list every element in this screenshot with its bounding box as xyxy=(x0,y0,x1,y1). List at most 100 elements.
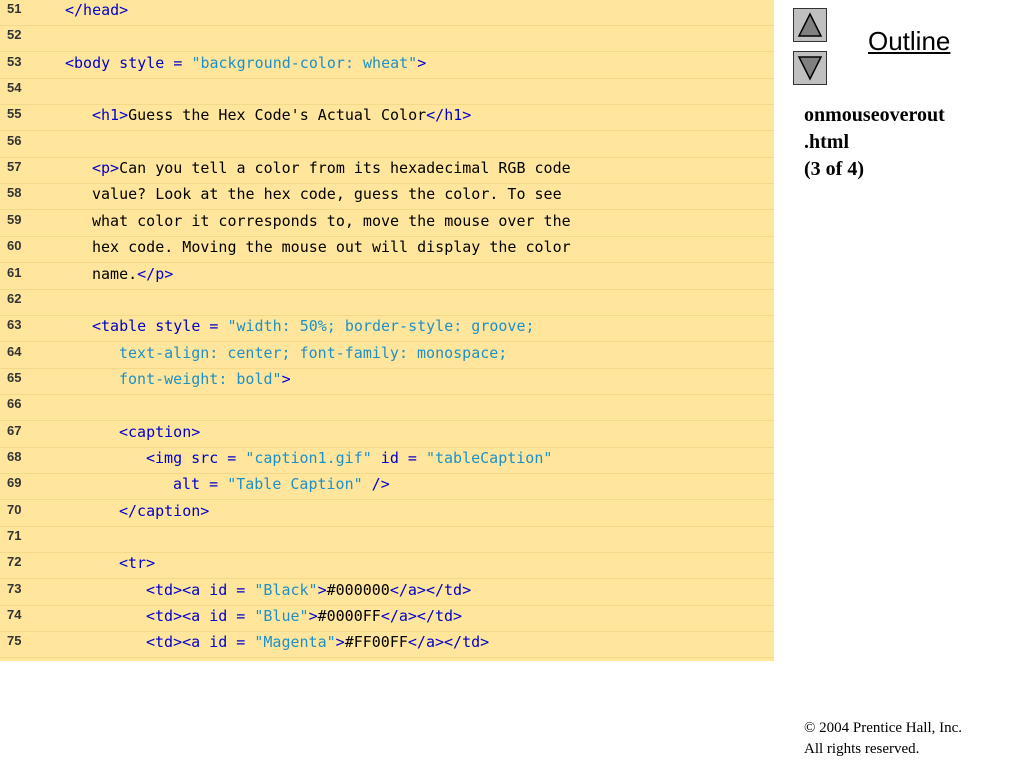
code-markup: <body style = xyxy=(65,53,192,72)
code-string: font-weight: bold" xyxy=(119,369,282,388)
code-markup: </p> xyxy=(137,264,174,283)
code-line: 55 <h1>Guess the Hex Code's Actual Color<… xyxy=(0,105,774,132)
line-number: 62 xyxy=(7,290,22,306)
code-string: "Black" xyxy=(254,580,318,599)
code-markup: > xyxy=(417,53,427,72)
code-line: 65 font-weight: bold"> xyxy=(0,369,774,395)
next-slide-button[interactable] xyxy=(793,51,827,85)
code-markup: </caption> xyxy=(119,501,210,520)
code-text: what color it corresponds to, move the m… xyxy=(92,211,571,231)
code-line: 73 <td><a id = "Black">#000000</a></td> xyxy=(0,580,774,606)
code-markup: </h1> xyxy=(426,106,472,125)
code-line: 66 xyxy=(0,395,774,422)
code-text: alt = "Table Caption" /> xyxy=(173,474,390,494)
code-line: 54 xyxy=(0,79,774,106)
code-content: value? Look at the hex code, guess the c… xyxy=(92,185,562,204)
code-line: 69 alt = "Table Caption" /> xyxy=(0,474,774,501)
copyright-notice: © 2004 Prentice Hall, Inc. All rights re… xyxy=(804,718,962,760)
code-string: "Blue" xyxy=(254,607,309,626)
line-number: 72 xyxy=(7,554,22,570)
code-markup: <table style = xyxy=(92,317,228,336)
code-string: "background-color: wheat" xyxy=(191,53,418,72)
line-number: 67 xyxy=(7,422,22,438)
outline-link[interactable]: Outline xyxy=(868,26,950,57)
line-number: 69 xyxy=(7,475,22,491)
line-number: 73 xyxy=(7,580,22,596)
line-number: 55 xyxy=(7,106,22,122)
code-line: 70 </caption> xyxy=(0,501,774,527)
code-markup: <tr> xyxy=(119,554,156,573)
code-markup: <img src = xyxy=(146,448,246,467)
code-string: "Table Caption" xyxy=(227,475,363,494)
code-string: "tableCaption" xyxy=(425,448,553,467)
code-line: 67 <caption> xyxy=(0,422,774,448)
code-line: 64 text-align: center; font-family: monos… xyxy=(0,343,774,369)
code-markup: > xyxy=(281,369,291,388)
code-string: "width: 50%; border-style: groove; xyxy=(227,317,535,336)
code-line: 60 hex code. Moving the mouse out will di… xyxy=(0,237,774,264)
code-line: 75 <td><a id = "Magenta">#FF00FF</a></td> xyxy=(0,632,774,659)
line-number: 75 xyxy=(7,633,22,649)
line-number: 58 xyxy=(7,185,22,201)
copyright-line: © 2004 Prentice Hall, Inc. xyxy=(804,718,962,739)
code-markup: <p> xyxy=(92,159,120,178)
line-number: 70 xyxy=(7,501,22,517)
code-content: Can you tell a color from its hexadecima… xyxy=(119,159,571,178)
previous-slide-button[interactable] xyxy=(793,8,827,42)
code-line: 58 value? Look at the hex code, guess the… xyxy=(0,184,774,211)
line-number: 64 xyxy=(7,343,22,359)
code-markup: <td><a id = xyxy=(146,633,255,652)
code-text: value? Look at the hex code, guess the c… xyxy=(92,184,562,204)
line-number: 59 xyxy=(7,211,22,227)
code-text: <h1>Guess the Hex Code's Actual Color</h… xyxy=(92,105,471,125)
code-markup: > xyxy=(308,607,318,626)
code-text: hex code. Moving the mouse out will disp… xyxy=(92,237,571,257)
line-number: 61 xyxy=(7,264,22,280)
code-line: 52 xyxy=(0,26,774,53)
line-number: 56 xyxy=(7,132,22,148)
down-arrow-icon xyxy=(797,56,823,81)
line-number: 57 xyxy=(7,159,22,175)
line-number: 65 xyxy=(7,369,22,385)
code-content: name. xyxy=(92,264,138,283)
line-number: 68 xyxy=(7,448,22,464)
up-arrow-icon xyxy=(797,12,823,37)
code-content: Guess the Hex Code's Actual Color xyxy=(128,106,427,125)
code-line: 57 <p>Can you tell a color from its hexad… xyxy=(0,158,774,185)
code-text: </caption> xyxy=(119,501,209,521)
code-text: <tr> xyxy=(119,553,155,573)
page-indicator: (3 of 4) xyxy=(804,158,864,180)
copyright-symbol: © xyxy=(804,720,816,736)
code-content: hex code. Moving the mouse out will disp… xyxy=(92,238,571,257)
code-text: <td><a id = "Blue">#0000FF</a></td> xyxy=(146,606,462,626)
line-number: 54 xyxy=(7,80,22,96)
file-name-line-1: onmouseoverout xyxy=(804,104,945,126)
code-listing: 51 </head> 52 53 <body style = "background-c… xyxy=(0,0,774,661)
code-text: <table style = "width: 50%; border-style… xyxy=(92,316,535,336)
line-number: 52 xyxy=(7,27,22,43)
code-line: 62 xyxy=(0,290,774,316)
code-string: text-align: center; font-family: monospa… xyxy=(119,343,508,362)
line-number: 51 xyxy=(7,1,22,16)
code-text: <td><a id = "Magenta">#FF00FF</a></td> xyxy=(146,632,489,652)
code-string: "caption1.gif" xyxy=(245,448,372,467)
code-text: <body style = "background-color: wheat"> xyxy=(65,53,426,73)
code-line: 56 xyxy=(0,132,774,158)
code-markup: </head> xyxy=(65,1,129,19)
code-content: #000000 xyxy=(326,580,390,599)
code-string: "Magenta" xyxy=(254,633,336,652)
code-text: font-weight: bold"> xyxy=(119,369,291,389)
code-line: 72 <tr> xyxy=(0,553,774,580)
code-text: <img src = "caption1.gif" id = "tableCap… xyxy=(146,448,552,468)
rights-line: All rights reserved. xyxy=(804,741,920,757)
code-markup: <h1> xyxy=(92,106,129,125)
code-line: 63 <table style = "width: 50%; border-sty… xyxy=(0,316,774,343)
code-line: 68 <img src = "caption1.gif" id = "tableC… xyxy=(0,448,774,474)
code-markup: /> xyxy=(362,475,390,494)
code-text: </head> xyxy=(65,0,128,20)
line-number: 66 xyxy=(7,396,22,412)
code-markup: </a></td> xyxy=(389,580,472,599)
code-line: 74 <td><a id = "Blue">#0000FF</a></td> xyxy=(0,606,774,633)
code-markup: id = xyxy=(371,448,426,467)
code-text: <caption> xyxy=(119,422,200,442)
